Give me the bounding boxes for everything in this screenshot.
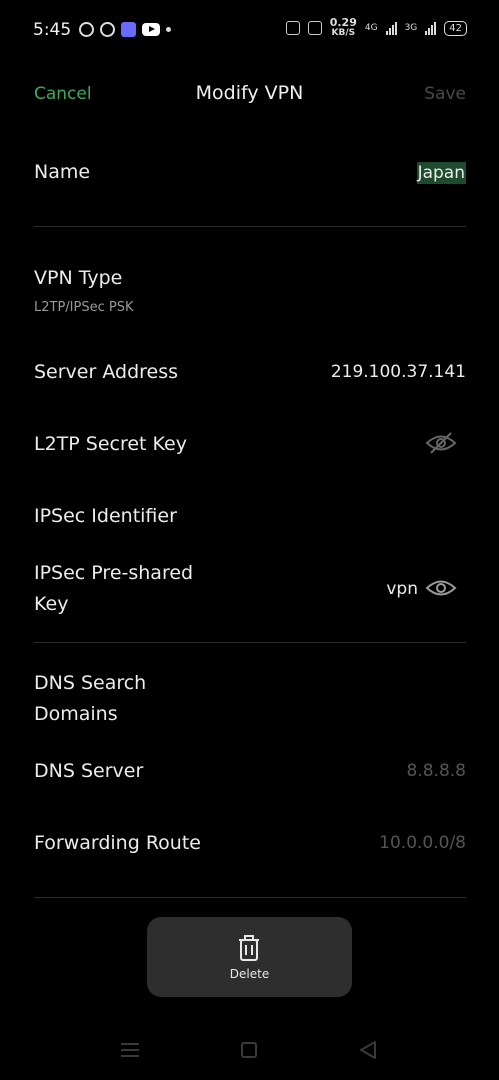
server-address-label: Server Address xyxy=(34,361,179,383)
back-icon[interactable] xyxy=(359,1040,377,1060)
delete-label: Delete xyxy=(229,967,270,981)
divider xyxy=(34,642,466,643)
vpn-icon xyxy=(285,21,300,35)
eye-visible-icon[interactable] xyxy=(425,576,457,600)
dns-server-field[interactable]: 8.8.8.8 xyxy=(407,761,466,781)
delete-button[interactable]: Delete xyxy=(147,917,352,997)
menu-icon[interactable] xyxy=(121,1043,139,1061)
ipsec-identifier-label: IPSec Identifier xyxy=(34,505,177,527)
navigation-bar xyxy=(0,1036,499,1066)
home-icon[interactable] xyxy=(241,1042,257,1058)
server-address-field[interactable]: 219.100.37.141 xyxy=(331,362,466,382)
dns-server-label: DNS Server xyxy=(34,760,144,782)
vpn-type-label: VPN Type xyxy=(34,267,123,289)
more-notifications-dot xyxy=(166,27,171,32)
network-type-1: 4G xyxy=(364,23,378,33)
forwarding-route-label: Forwarding Route xyxy=(34,832,201,854)
status-time: 5:45 xyxy=(33,20,72,40)
app-notification-icon xyxy=(121,22,136,37)
l2tp-secret-label: L2TP Secret Key xyxy=(34,433,187,455)
signal-icon-2 xyxy=(425,21,437,35)
ipsec-psk-label-line2: Key xyxy=(34,593,69,615)
divider xyxy=(34,226,466,227)
sync-app-icon xyxy=(100,22,115,37)
signal-icon xyxy=(385,21,397,35)
status-right: 0.29 KB/S 4G 3G 42 xyxy=(285,16,467,38)
name-label: Name xyxy=(34,161,91,183)
save-button[interactable]: Save xyxy=(424,84,466,104)
ipsec-psk-field[interactable]: vpn xyxy=(386,579,418,599)
dns-search-label-line2: Domains xyxy=(34,703,118,725)
forwarding-route-field[interactable]: 10.0.0.0/8 xyxy=(379,833,466,853)
youtube-icon xyxy=(142,23,160,36)
network-type-2: 3G xyxy=(404,23,418,33)
dns-search-label-line1: DNS Search xyxy=(34,672,147,694)
header: Cancel Modify VPN Save xyxy=(0,80,499,110)
network-speed: 0.29 KB/S xyxy=(329,16,357,38)
name-field[interactable]: Japan xyxy=(416,162,466,184)
facebook-icon xyxy=(79,22,94,37)
trash-icon xyxy=(239,935,259,961)
notification-icons xyxy=(79,22,171,37)
battery-icon: 42 xyxy=(444,20,467,36)
mute-icon xyxy=(307,21,322,35)
divider xyxy=(34,897,466,898)
vpn-type-value: L2TP/IPSec PSK xyxy=(34,300,134,315)
eye-hidden-icon[interactable] xyxy=(425,431,457,455)
ipsec-psk-label-line1: IPSec Pre-shared xyxy=(34,562,194,584)
status-bar: 5:45 0.29 KB/S 4G 3G 42 xyxy=(0,0,499,60)
